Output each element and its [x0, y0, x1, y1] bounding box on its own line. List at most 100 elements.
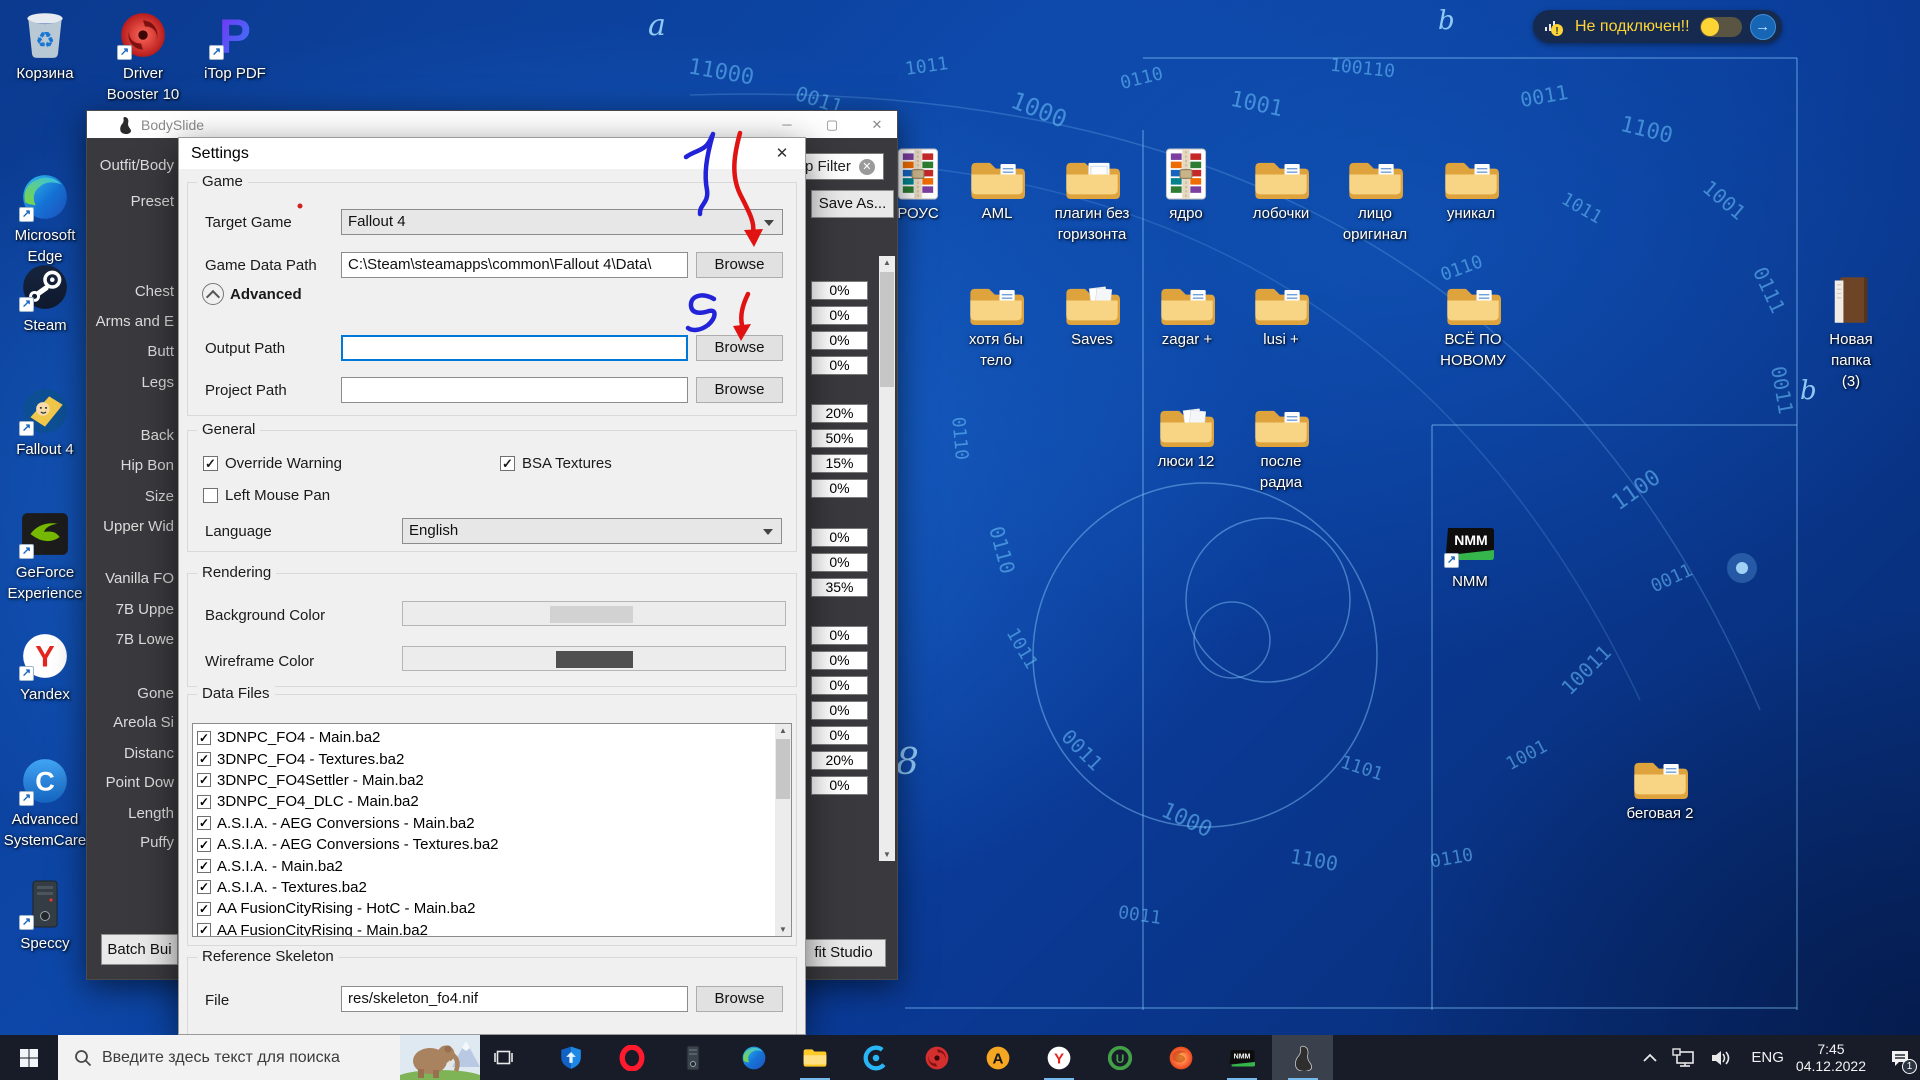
- data-file-row[interactable]: ✓3DNPC_FO4_DLC - Main.ba2: [197, 791, 789, 812]
- desktop-shortcut-asc[interactable]: C↗AdvancedSystemCare: [2, 752, 88, 851]
- taskbar-app-nmm[interactable]: NMM: [1211, 1035, 1272, 1080]
- save-as-button[interactable]: Save As...: [811, 190, 894, 218]
- slider-percent-field[interactable]: 0%: [811, 356, 868, 375]
- slider-percent-field[interactable]: 50%: [811, 429, 868, 448]
- taskbar-app-iobit-malware-fighter[interactable]: [540, 1035, 601, 1080]
- slider-percent-field[interactable]: 0%: [811, 651, 868, 670]
- taskbar-app-yandex[interactable]: Y: [1028, 1035, 1089, 1080]
- slider-percent-field[interactable]: 0%: [811, 726, 868, 745]
- background-color-picker[interactable]: [402, 601, 786, 626]
- wireframe-color-picker[interactable]: [402, 646, 786, 671]
- desktop-folder-rar[interactable]: ядро: [1143, 146, 1229, 224]
- slider-percent-field[interactable]: 0%: [811, 479, 868, 498]
- volume-icon[interactable]: [1710, 1049, 1732, 1067]
- language-select[interactable]: English: [402, 518, 782, 544]
- desktop-shortcut-itop[interactable]: P↗iTop PDF: [192, 6, 278, 84]
- checkbox-checked-icon[interactable]: ✓: [197, 773, 211, 787]
- outfit-filter-input[interactable]: p Filter ✕: [798, 153, 884, 180]
- slider-percent-field[interactable]: 0%: [811, 281, 868, 300]
- left-mouse-pan-checkbox[interactable]: Left Mouse Pan: [203, 487, 330, 504]
- data-file-row[interactable]: ✓3DNPC_FO4 - Textures.ba2: [197, 748, 789, 769]
- scroll-down-icon[interactable]: ▼: [775, 925, 791, 934]
- maximize-button[interactable]: ▢: [812, 111, 852, 138]
- slider-panel-scrollbar[interactable]: ▲ ▼: [879, 256, 895, 861]
- settings-close-icon[interactable]: ✕: [771, 144, 793, 162]
- override-warning-checkbox[interactable]: ✓ Override Warning: [203, 455, 342, 472]
- data-files-scrollbar[interactable]: ▲ ▼: [775, 724, 791, 936]
- desktop-folder-plain[interactable]: плагин безгоризонта: [1049, 146, 1135, 245]
- checkbox-checked-icon[interactable]: ✓: [197, 731, 211, 745]
- checkbox-checked-icon[interactable]: ✓: [197, 880, 211, 894]
- target-game-select[interactable]: Fallout 4: [341, 209, 783, 235]
- slider-percent-field[interactable]: 0%: [811, 776, 868, 795]
- data-file-row[interactable]: ✓AA FusionCityRising - Main.ba2: [197, 920, 789, 937]
- data-file-row[interactable]: ✓3DNPC_FO4Settler - Main.ba2: [197, 770, 789, 791]
- output-path-input[interactable]: [341, 335, 688, 361]
- desktop-folder-folder[interactable]: lusi +: [1238, 272, 1324, 350]
- data-file-row[interactable]: ✓3DNPC_FO4 - Main.ba2: [197, 727, 789, 748]
- connection-status-popup[interactable]: ! Не подключен!! →: [1533, 10, 1782, 43]
- data-file-row[interactable]: ✓A.S.I.A. - AEG Conversions - Main.ba2: [197, 813, 789, 834]
- checkbox-checked-icon[interactable]: ✓: [197, 816, 211, 830]
- scroll-up-icon[interactable]: ▲: [879, 258, 895, 267]
- desktop-folder-folder[interactable]: беговая 2: [1617, 746, 1703, 824]
- slider-percent-field[interactable]: 0%: [811, 553, 868, 572]
- notification-toggle[interactable]: [1700, 17, 1742, 37]
- desktop-shortcut-edge[interactable]: ↗MicrosoftEdge: [2, 168, 88, 267]
- tray-expand-chevron-icon[interactable]: [1642, 1053, 1658, 1063]
- slider-percent-field[interactable]: 15%: [811, 454, 868, 473]
- clear-filter-icon[interactable]: ✕: [859, 159, 875, 175]
- data-file-row[interactable]: ✓A.S.I.A. - Main.ba2: [197, 855, 789, 876]
- notification-open-arrow[interactable]: →: [1750, 14, 1776, 40]
- taskbar-app-firefox[interactable]: [1150, 1035, 1211, 1080]
- taskbar-app-iobit-uninstaller[interactable]: U: [1089, 1035, 1150, 1080]
- taskbar-app-driver-booster[interactable]: [906, 1035, 967, 1080]
- batch-build-button[interactable]: Batch Bui: [101, 934, 178, 965]
- checkbox-checked-icon[interactable]: ✓: [197, 795, 211, 809]
- desktop-folder-folder[interactable]: лобочки: [1238, 146, 1324, 224]
- data-file-row[interactable]: ✓A.S.I.A. - AEG Conversions - Textures.b…: [197, 834, 789, 855]
- checkbox-checked-icon[interactable]: ✓: [197, 902, 211, 916]
- taskbar-app-auslogics[interactable]: A: [967, 1035, 1028, 1080]
- close-button[interactable]: ✕: [857, 111, 897, 138]
- taskbar-app-advanced-systemcare[interactable]: [845, 1035, 906, 1080]
- slider-percent-field[interactable]: 0%: [811, 676, 868, 695]
- slider-percent-field[interactable]: 0%: [811, 701, 868, 720]
- desktop-shortcut-bin[interactable]: ♻Корзина: [2, 6, 88, 84]
- desktop-folder-pages[interactable]: люси 12: [1143, 394, 1229, 472]
- taskbar-app-opera[interactable]: [601, 1035, 662, 1080]
- taskbar-app-bodyslide[interactable]: [1272, 1035, 1333, 1080]
- taskbar-search-input[interactable]: Введите здесь текст для поиска: [58, 1035, 480, 1080]
- outfit-studio-button[interactable]: fit Studio: [801, 939, 886, 967]
- desktop-shortcut-speccy[interactable]: ↗Speccy: [2, 876, 88, 954]
- scroll-down-icon[interactable]: ▼: [879, 850, 895, 859]
- slider-percent-field[interactable]: 35%: [811, 578, 868, 597]
- advanced-toggle[interactable]: Advanced: [202, 283, 302, 305]
- project-path-input[interactable]: [341, 377, 688, 403]
- action-center-button[interactable]: 1: [1880, 1035, 1920, 1080]
- desktop-folder-folder[interactable]: ВСЁ ПОНОВОМУ: [1430, 272, 1516, 371]
- slider-percent-field[interactable]: 0%: [811, 626, 868, 645]
- clock[interactable]: 7:45 04.12.2022: [1796, 1041, 1866, 1075]
- scroll-up-icon[interactable]: ▲: [775, 726, 791, 735]
- desktop-folder-nmm[interactable]: NMM↗NMM: [1427, 514, 1513, 592]
- output-path-browse-button[interactable]: Browse: [696, 335, 783, 361]
- game-data-path-input[interactable]: C:\Steam\steamapps\common\Fallout 4\Data…: [341, 252, 688, 278]
- skeleton-browse-button[interactable]: Browse: [696, 986, 783, 1012]
- desktop-folder-folder[interactable]: после радиа: [1238, 394, 1324, 493]
- data-files-list[interactable]: ✓3DNPC_FO4 - Main.ba2✓3DNPC_FO4 - Textur…: [192, 723, 792, 937]
- desktop-folder-folder[interactable]: хотя бы тело: [953, 272, 1039, 371]
- checkbox-checked-icon[interactable]: ✓: [197, 752, 211, 766]
- data-file-row[interactable]: ✓A.S.I.A. - Textures.ba2: [197, 877, 789, 898]
- search-highlight-image[interactable]: [400, 1035, 480, 1080]
- start-button[interactable]: [0, 1035, 58, 1080]
- input-language-indicator[interactable]: ENG: [1751, 1049, 1784, 1066]
- skeleton-file-input[interactable]: res/skeleton_fo4.nif: [341, 986, 688, 1012]
- taskbar-app-edge[interactable]: [723, 1035, 784, 1080]
- desktop-shortcut-steam[interactable]: ↗Steam: [2, 258, 88, 336]
- desktop-folder-pages[interactable]: Saves: [1049, 272, 1135, 350]
- task-view-button[interactable]: [480, 1035, 526, 1080]
- checkbox-checked-icon[interactable]: ✓: [197, 838, 211, 852]
- network-icon[interactable]: [1672, 1048, 1696, 1068]
- minimize-button[interactable]: ─: [767, 111, 807, 138]
